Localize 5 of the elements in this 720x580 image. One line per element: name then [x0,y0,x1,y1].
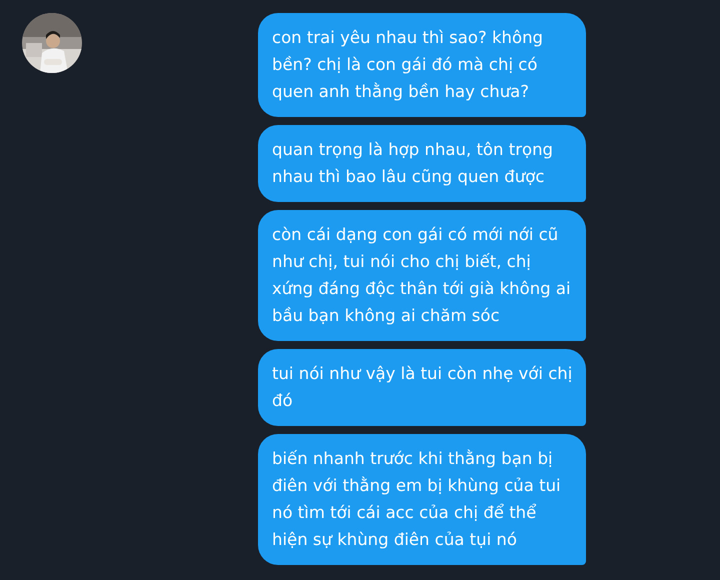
message-bubble: biến nhanh trước khi thằng bạn bị điên với thằng em bị khùng của tui nó tìm tới cái acc của chị để thể hiện sự khùng điên của tụi nó [258,434,586,565]
message-bubble: con trai yêu nhau thì sao? không bền? chị là con gái đó mà chị có quen anh thằng bền hay chưa? [258,13,586,117]
message-bubble: quan trọng là hợp nhau, tôn trọng nhau thì bao lâu cũng quen được [258,125,586,202]
message-bubble: tui nói như vậy là tui còn nhẹ với chị đó [258,349,586,426]
message-bubble: còn cái dạng con gái có mới nới cũ như chị, tui nói cho chị biết, chị xứng đáng độc thân tới già không ai bầu bạn không ai chăm sóc [258,210,586,341]
